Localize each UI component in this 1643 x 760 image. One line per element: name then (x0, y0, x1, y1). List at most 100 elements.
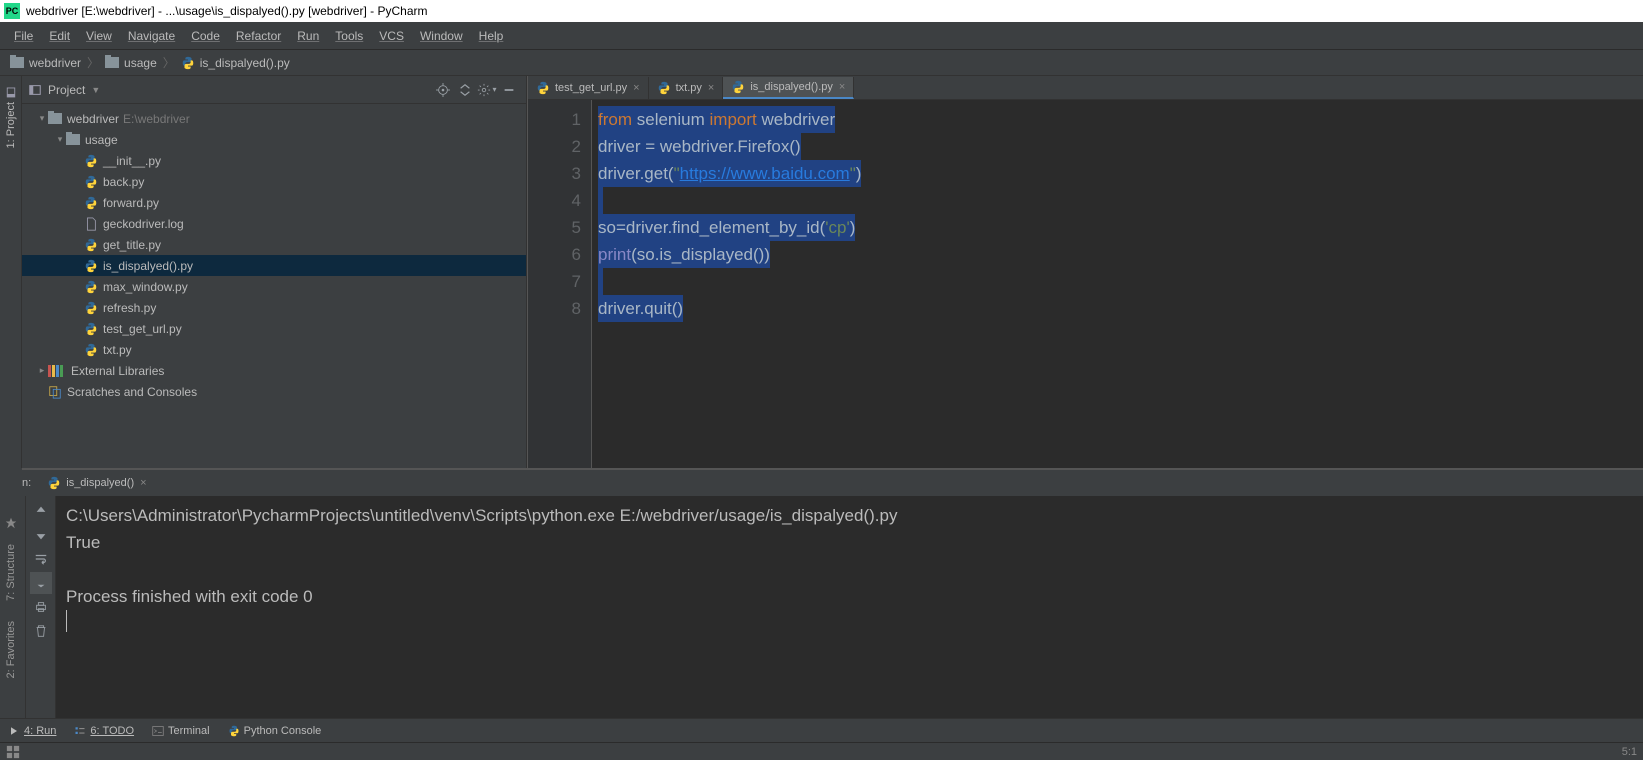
tree-row[interactable]: get_title.py (22, 234, 526, 255)
tree-row[interactable]: is_dispalyed().py (22, 255, 526, 276)
tree-row[interactable]: Scratches and Consoles (22, 381, 526, 402)
python-icon (536, 81, 550, 95)
collapse-icon[interactable] (454, 79, 476, 101)
run-toolbar-2 (26, 496, 56, 718)
gear-icon[interactable]: ▾ (476, 79, 498, 101)
python-icon (181, 56, 195, 70)
code-line: driver.quit() (598, 295, 1643, 322)
editor-tab[interactable]: txt.py× (649, 77, 724, 99)
scroll-to-end-icon[interactable] (30, 572, 52, 594)
run-config-name: is_dispalyed() (66, 477, 134, 489)
close-icon[interactable]: × (708, 82, 714, 94)
breadcrumb-item[interactable]: webdriver (6, 56, 85, 70)
line-number: 5 (528, 214, 581, 241)
folder-icon (66, 134, 80, 145)
tool-window-terminal[interactable]: Terminal (152, 725, 210, 737)
run-config-tab[interactable]: is_dispalyed() × (41, 474, 152, 492)
menu-navigate[interactable]: Navigate (120, 29, 183, 43)
tree-label: max_window.py (103, 280, 188, 294)
tree-label: Scratches and Consoles (67, 385, 197, 399)
breadcrumb-item[interactable]: usage (101, 56, 161, 70)
code-line (598, 187, 1643, 214)
tool-window-python-console[interactable]: Python Console (228, 725, 322, 737)
menu-help[interactable]: Help (471, 29, 512, 43)
breadcrumb-item[interactable]: is_dispalyed().py (177, 56, 294, 70)
menu-bar: FileEditViewNavigateCodeRefactorRunTools… (0, 22, 1643, 50)
tool-tab-project[interactable]: 1: Project (3, 80, 19, 154)
tool-tab-2-favorites[interactable]: 2: Favorites (3, 613, 19, 686)
menu-refactor[interactable]: Refactor (228, 29, 289, 43)
soft-wrap-icon[interactable] (30, 548, 52, 570)
trash-icon[interactable] (30, 620, 52, 642)
line-number: 1 (528, 106, 581, 133)
tree-row[interactable]: ▾webdriverE:\webdriver (22, 108, 526, 129)
tree-row[interactable]: forward.py (22, 192, 526, 213)
python-icon (84, 322, 98, 336)
editor-tab[interactable]: is_dispalyed().py× (723, 77, 854, 99)
project-panel-title: Project (48, 83, 85, 97)
window-title: webdriver [E:\webdriver] - ...\usage\is_… (26, 4, 427, 18)
menu-edit[interactable]: Edit (41, 29, 78, 43)
status-bar: 5:1 (0, 742, 1643, 760)
menu-view[interactable]: View (78, 29, 120, 43)
editor-gutter: 12345678 (528, 100, 592, 468)
project-panel-header: Project ▼ ▾ (22, 76, 526, 104)
tree-row[interactable]: __init__.py (22, 150, 526, 171)
menu-vcs[interactable]: VCS (371, 29, 412, 43)
caret-position: 5:1 (1622, 746, 1637, 758)
hide-icon[interactable] (498, 79, 520, 101)
run-panel-header: Run: is_dispalyed() × (0, 470, 1643, 496)
project-icon (28, 83, 42, 97)
menu-tools[interactable]: Tools (327, 29, 371, 43)
up-icon[interactable] (30, 500, 52, 522)
windows-icon[interactable] (6, 745, 20, 759)
tree-row[interactable]: max_window.py (22, 276, 526, 297)
console-output[interactable]: C:\Users\Administrator\PycharmProjects\u… (56, 496, 1643, 718)
folder-icon (48, 113, 62, 124)
menu-code[interactable]: Code (183, 29, 228, 43)
line-number: 4 (528, 187, 581, 214)
expand-arrow-down-icon[interactable]: ▾ (36, 113, 48, 124)
expand-arrow-right-icon[interactable]: ▸ (36, 365, 48, 376)
editor-tabs: test_get_url.py×txt.py×is_dispalyed().py… (528, 76, 1643, 100)
project-tree[interactable]: ▾webdriverE:\webdriver▾usage__init__.pyb… (22, 104, 526, 468)
down-icon[interactable] (30, 524, 52, 546)
editor-tab[interactable]: test_get_url.py× (528, 77, 649, 99)
code-line (598, 268, 1643, 295)
line-number: 2 (528, 133, 581, 160)
tree-row[interactable]: ▾ usage (22, 129, 526, 150)
tree-label: refresh.py (103, 301, 156, 315)
tool-window-4-run[interactable]: 4: Run (8, 725, 56, 737)
close-icon[interactable]: × (140, 477, 146, 489)
code-line: so=driver.find_element_by_id('cp') (598, 214, 1643, 241)
pycharm-logo-icon: PC (4, 3, 20, 19)
console-line: True (66, 529, 1633, 556)
chevron-down-icon[interactable]: ▼ (91, 85, 100, 95)
tree-row[interactable]: geckodriver.log (22, 213, 526, 234)
star-icon (5, 517, 17, 529)
file-icon (84, 217, 98, 231)
run-panel: Run: is_dispalyed() × C:\Users\Administr… (0, 468, 1643, 718)
menu-file[interactable]: File (6, 29, 41, 43)
tree-label: get_title.py (103, 238, 161, 252)
menu-window[interactable]: Window (412, 29, 471, 43)
code-text[interactable]: from selenium import webdriverdriver = w… (592, 100, 1643, 468)
tool-window-6-todo[interactable]: 6: TODO (74, 725, 134, 737)
target-icon[interactable] (432, 79, 454, 101)
print-icon[interactable] (30, 596, 52, 618)
tool-tab-7-structure[interactable]: 7: Structure (3, 536, 19, 609)
tree-row[interactable]: ▸External Libraries (22, 360, 526, 381)
menu-run[interactable]: Run (289, 29, 327, 43)
close-icon[interactable]: × (633, 82, 639, 94)
editor-body[interactable]: 12345678 from selenium import webdriverd… (528, 100, 1643, 468)
tree-row[interactable]: back.py (22, 171, 526, 192)
code-line: driver.get("https://www.baidu.com") (598, 160, 1643, 187)
left-tool-strip: 1: Project (0, 76, 22, 468)
close-icon[interactable]: × (839, 81, 845, 93)
expand-arrow-down-icon[interactable]: ▾ (54, 134, 66, 145)
tree-row[interactable]: txt.py (22, 339, 526, 360)
tree-row[interactable]: refresh.py (22, 297, 526, 318)
tree-row[interactable]: test_get_url.py (22, 318, 526, 339)
line-number: 7 (528, 268, 581, 295)
tree-label: usage (85, 133, 118, 147)
